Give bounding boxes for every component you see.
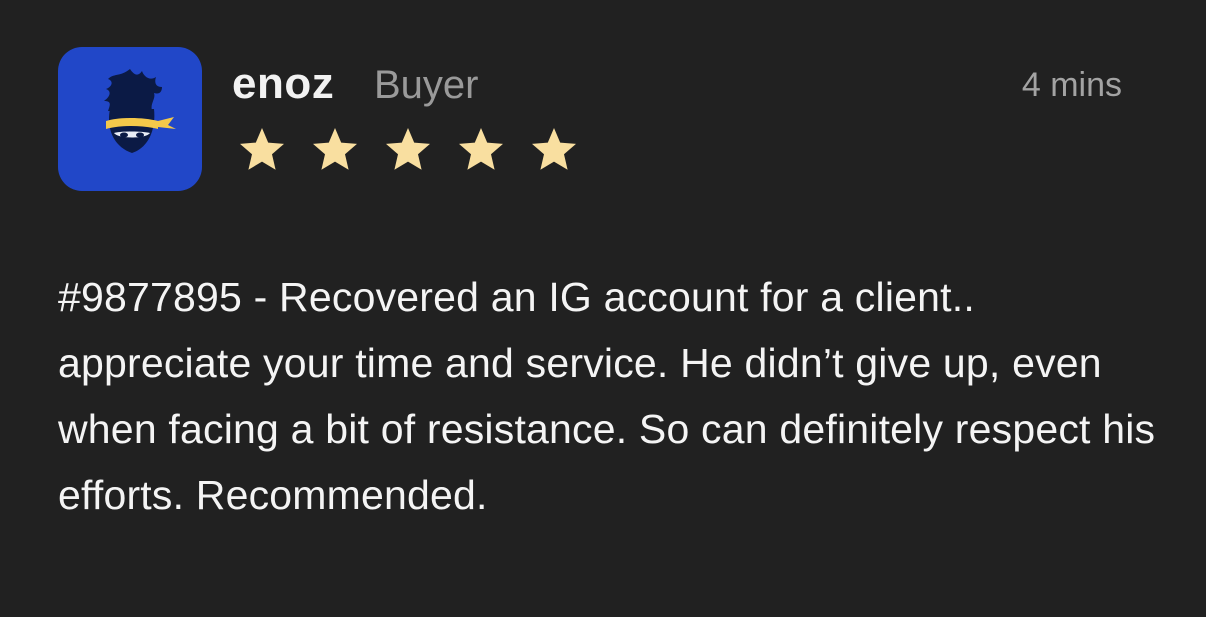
user-role-label: Buyer [374,63,479,107]
review-text: #9877895 - Recovered an IG account for a… [58,274,1156,518]
review-card: enoz Buyer 4 mins #9877895 - Recovered a… [0,0,1206,617]
star-icon [453,122,509,178]
star-icon [526,122,582,178]
star-icon [307,122,363,178]
star-rating [234,122,599,178]
ninja-avatar-icon [104,69,176,153]
review-timestamp: 4 mins [1021,66,1122,104]
user-avatar[interactable] [58,47,202,191]
star-icon [234,122,290,178]
username[interactable]: enoz [232,58,334,110]
star-icon [380,122,436,178]
